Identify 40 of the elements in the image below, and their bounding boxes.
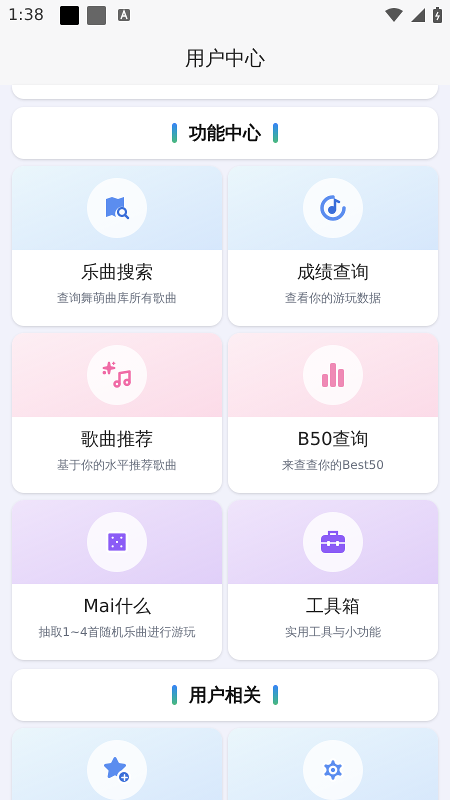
music-disc-icon [319,194,347,222]
card-title: 歌曲推荐 [81,429,153,452]
accent-bar [172,123,177,143]
wifi-icon [385,8,403,22]
feature-card[interactable]: 成绩查询 查看你的游玩数据 [228,166,438,326]
card-subtitle: 抽取1~4首随机乐曲进行游玩 [38,624,196,640]
accent-bar [273,123,278,143]
section-title: 用户相关 [189,684,261,708]
dice-icon [104,529,130,555]
feature-card[interactable]: B50查询 来查查你的Best50 [228,333,438,493]
map-search-icon [104,195,130,221]
section-title: 功能中心 [189,122,261,146]
toolbox-icon [319,529,347,555]
card-title: 成绩查询 [297,262,369,284]
feature-card[interactable]: Mai什么 抽取1~4首随机乐曲进行游玩 [12,500,222,660]
card-subtitle: 来查查你的Best50 [282,456,384,474]
card-title: Mai什么 [83,596,151,618]
card-title: 乐曲搜索 [81,262,153,284]
card-title: B50查询 [297,429,369,452]
card-subtitle: 实用工具与小功能 [285,624,381,640]
card-subtitle: 查询舞萌曲库所有歌曲 [57,290,177,306]
status-time: 1:38 [8,4,44,26]
notification-icon [86,6,106,24]
card-subtitle: 基于你的水平推荐歌曲 [57,456,177,474]
accent-bar [172,685,177,705]
feature-card[interactable]: 乐曲搜索 查询舞萌曲库所有歌曲 [12,166,222,326]
card-subtitle: 查看你的游玩数据 [285,290,381,306]
accent-bar [273,685,278,705]
sparkle-music-icon [102,361,132,389]
app-notification-icon [118,9,130,21]
bar-chart-icon [319,361,347,389]
star-plus-icon [103,756,131,784]
card-title: 工具箱 [306,596,360,618]
page-title: 用户中心 [185,44,265,72]
gear-icon [320,757,346,783]
signal-icon [411,8,425,22]
feature-card[interactable]: 歌曲推荐 基于你的水平推荐歌曲 [12,333,222,493]
battery-icon [433,7,442,23]
notification-icon [60,6,79,24]
feature-card[interactable]: 工具箱 实用工具与小功能 [228,500,438,660]
